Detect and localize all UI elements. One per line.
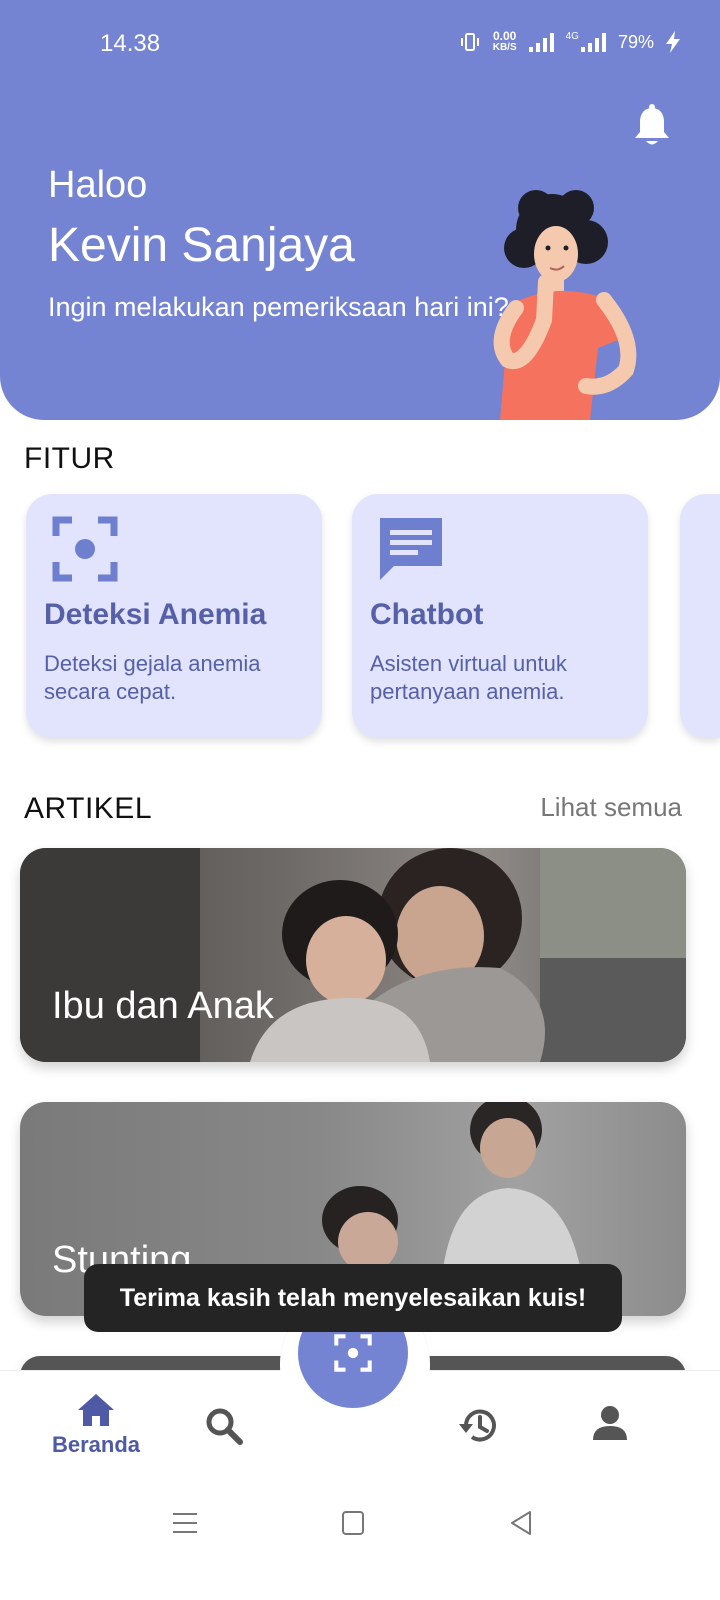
- battery-level: 79%: [617, 31, 654, 52]
- net-speed-unit: KB/S: [492, 42, 517, 53]
- greeting-prompt: Ingin melakukan pemeriksaan hari ini?: [48, 292, 509, 322]
- system-navigation-bar: [0, 1490, 720, 1600]
- article-card-ibu-dan-anak[interactable]: Ibu dan Anak: [20, 848, 686, 1062]
- nav-label: Beranda: [51, 1432, 141, 1457]
- bell-icon[interactable]: [632, 104, 672, 148]
- feature-card-peek[interactable]: [680, 494, 720, 738]
- thinking-woman-illustration: [493, 190, 637, 420]
- profile-icon: [593, 1406, 627, 1440]
- features-title: FITUR: [24, 442, 115, 475]
- home-square-icon[interactable]: [341, 1510, 365, 1536]
- articles-title: ARTIKEL: [24, 792, 152, 825]
- header-banner: 14.38 0.00 KB/S 4G 79% Haloo Kevin Sanja…: [0, 0, 720, 420]
- history-icon: [459, 1409, 496, 1442]
- menu-icon[interactable]: [172, 1510, 198, 1536]
- status-icons: 0.00 KB/S 4G 79%: [459, 30, 680, 54]
- nav-item-profile[interactable]: [560, 1392, 660, 1442]
- scan-icon: [52, 516, 118, 582]
- home-icon: [78, 1394, 114, 1426]
- scan-icon: [334, 1334, 372, 1372]
- nav-item-beranda[interactable]: Beranda: [46, 1392, 146, 1458]
- signal-4g-icon: 4G: [566, 32, 606, 52]
- back-icon[interactable]: [508, 1510, 534, 1536]
- search-icon: [206, 1408, 243, 1445]
- feature-card-chatbot[interactable]: Chatbot Asisten virtual untuk pertanyaan…: [352, 494, 648, 738]
- user-name: Kevin Sanjaya: [48, 219, 355, 272]
- article-photo: [20, 848, 686, 1062]
- chat-icon: [380, 518, 442, 580]
- net-speed-value: 0.00: [492, 29, 517, 43]
- status-time: 14.38: [100, 30, 161, 57]
- toast-message: Terima kasih telah menyelesaikan kuis!: [84, 1264, 622, 1332]
- signal-icon: [528, 32, 554, 52]
- greeting-text: Haloo: [48, 164, 148, 206]
- see-all-link[interactable]: Lihat semua: [540, 792, 682, 823]
- feature-title: Deteksi Anemia: [44, 598, 267, 631]
- charging-icon: [666, 31, 680, 53]
- feature-title: Chatbot: [370, 598, 484, 631]
- net-speed: 0.00 KB/S: [493, 30, 517, 54]
- vibrate-icon: [460, 33, 479, 51]
- feature-card-deteksi-anemia[interactable]: Deteksi Anemia Deteksi gejala anemia sec…: [26, 494, 322, 738]
- feature-description: Asisten virtual untuk pertanyaan anemia.: [370, 651, 567, 704]
- nav-item-search[interactable]: [174, 1392, 274, 1446]
- article-label: Ibu dan Anak: [52, 985, 274, 1027]
- feature-description: Deteksi gejala anemia secara cepat.: [44, 651, 261, 704]
- nav-item-history[interactable]: [430, 1392, 530, 1448]
- network-type: 4G: [565, 31, 579, 42]
